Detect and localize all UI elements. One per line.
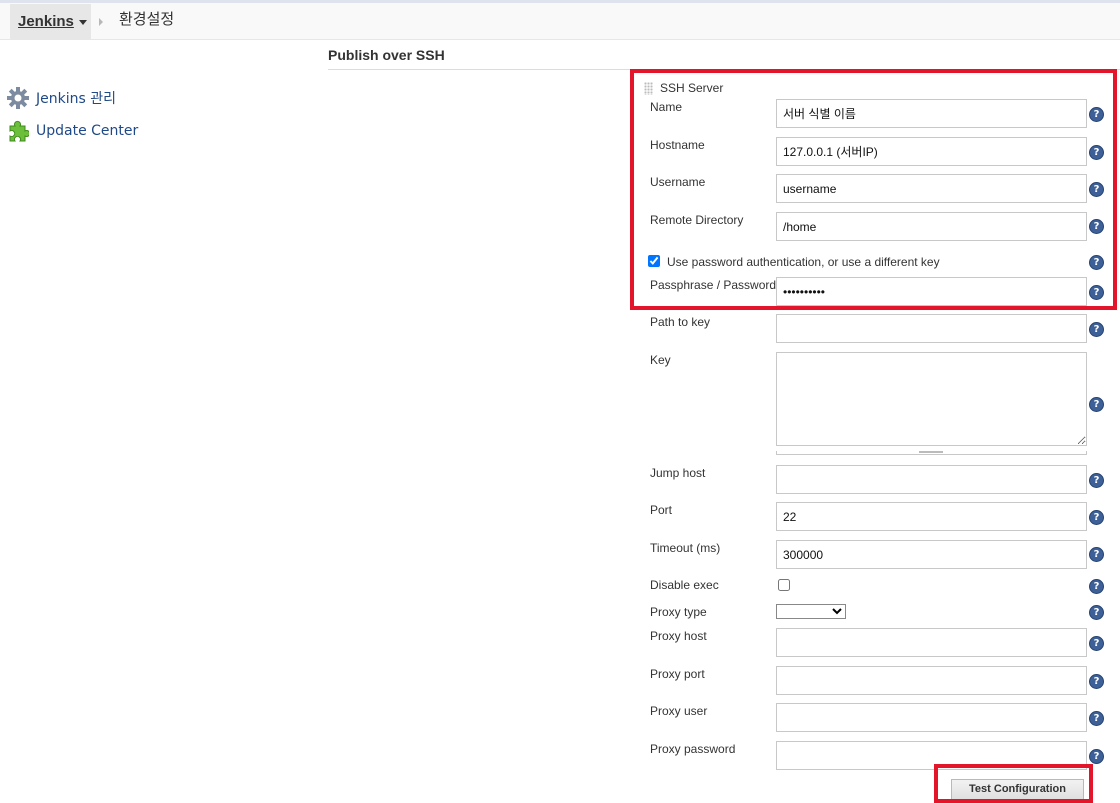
timeout-label: Timeout (ms) (650, 541, 721, 555)
key-label: Key (650, 353, 671, 367)
help-icon[interactable]: ? (1089, 749, 1104, 764)
port-label: Port (650, 503, 673, 517)
path-to-key-label: Path to key (650, 315, 711, 329)
help-icon[interactable]: ? (1089, 322, 1104, 337)
help-icon[interactable]: ? (1089, 510, 1104, 525)
sidebar-item-label[interactable]: Jenkins 관리 (36, 88, 116, 108)
timeout-input[interactable] (776, 540, 1087, 569)
proxy-type-label: Proxy type (650, 605, 707, 619)
key-textarea[interactable] (776, 352, 1087, 446)
proxy-user-input[interactable] (776, 703, 1087, 732)
breadcrumb-jenkins-label[interactable]: Jenkins (18, 13, 74, 30)
highlight-box-ssh-server (630, 69, 1117, 310)
jump-host-input[interactable] (776, 465, 1087, 494)
help-icon[interactable]: ? (1089, 397, 1104, 412)
proxy-port-input[interactable] (776, 666, 1087, 695)
disable-exec-label: Disable exec (650, 578, 719, 592)
sidebar-item-update-center[interactable]: Update Center (6, 119, 138, 143)
jump-host-label: Jump host (650, 466, 706, 480)
highlight-box-test-configuration (934, 764, 1093, 803)
gear-icon (6, 86, 30, 110)
port-input[interactable] (776, 502, 1087, 531)
proxy-host-label: Proxy host (650, 629, 707, 643)
help-icon[interactable]: ? (1089, 605, 1104, 620)
proxy-port-label: Proxy port (650, 667, 705, 681)
sidebar-item-label[interactable]: Update Center (36, 123, 138, 139)
section-title: Publish over SSH (328, 47, 1120, 70)
breadcrumb-current-page: 환경설정 (119, 10, 175, 28)
breadcrumb-separator-icon (99, 18, 103, 26)
proxy-type-select[interactable] (776, 604, 846, 619)
disable-exec-checkbox[interactable] (778, 579, 790, 591)
puzzle-piece-icon (6, 119, 30, 143)
help-icon[interactable]: ? (1089, 579, 1104, 594)
chevron-down-icon[interactable] (78, 19, 87, 25)
proxy-user-label: Proxy user (650, 704, 708, 718)
proxy-password-label: Proxy password (650, 742, 736, 756)
proxy-host-input[interactable] (776, 628, 1087, 657)
path-to-key-input[interactable] (776, 314, 1087, 343)
resize-handle-icon[interactable] (919, 451, 943, 453)
breadcrumb-jenkins[interactable]: Jenkins (10, 4, 91, 39)
breadcrumb: Jenkins 환경설정 (0, 3, 1120, 40)
help-icon[interactable]: ? (1089, 636, 1104, 651)
help-icon[interactable]: ? (1089, 674, 1104, 689)
help-icon[interactable]: ? (1089, 711, 1104, 726)
sidebar-item-jenkins-manage[interactable]: Jenkins 관리 (6, 86, 116, 110)
help-icon[interactable]: ? (1089, 547, 1104, 562)
help-icon[interactable]: ? (1089, 473, 1104, 488)
